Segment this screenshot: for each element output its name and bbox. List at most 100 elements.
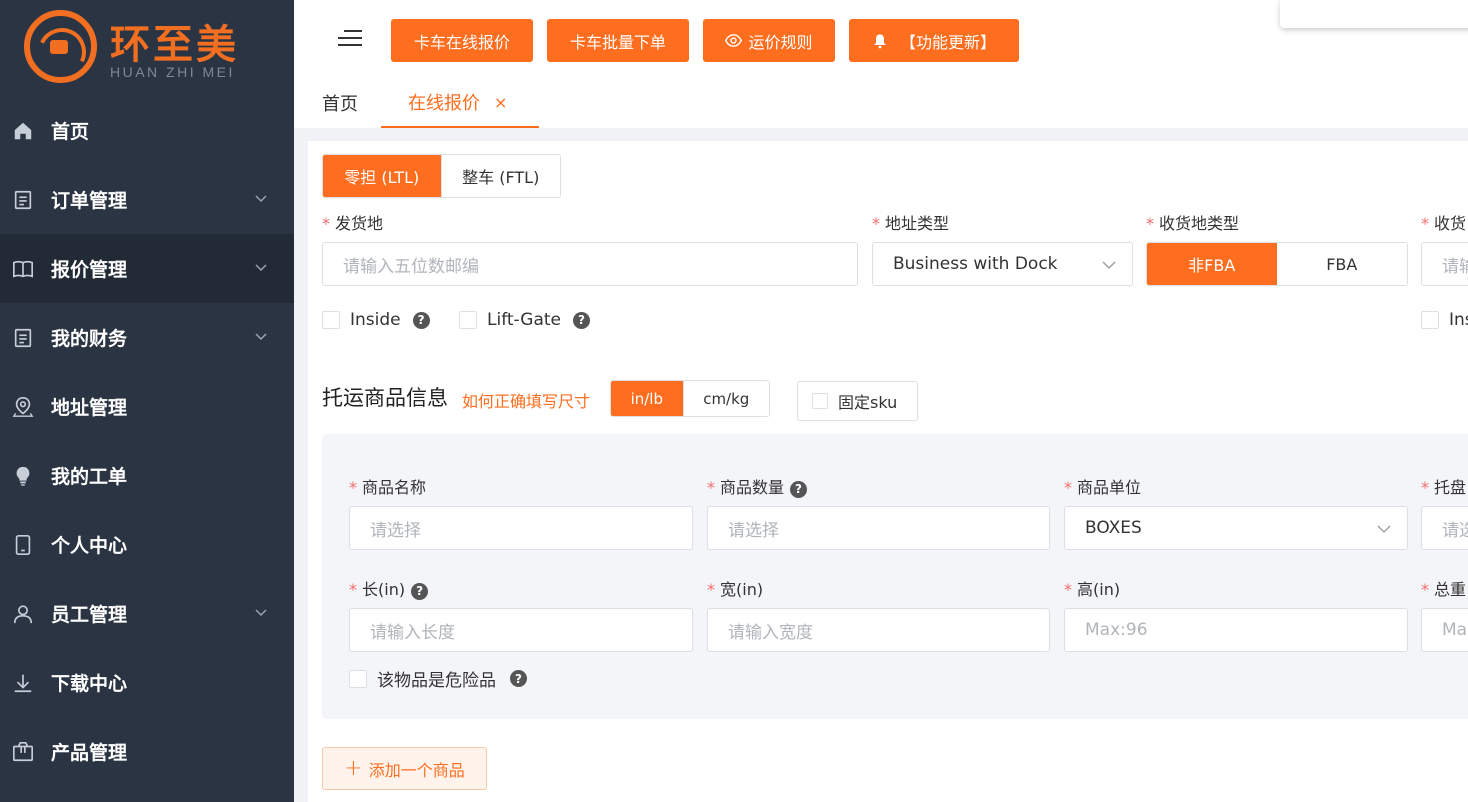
bulb-icon	[12, 465, 34, 487]
sidebar-item-products[interactable]: 产品管理	[0, 717, 294, 786]
user-icon	[12, 603, 34, 625]
origin-zip-input[interactable]: 请输入五位数邮编	[322, 242, 858, 286]
dest-type-toggle: 非FBA FBA	[1146, 242, 1408, 286]
dangerous-goods-label: 该物品是危险品	[377, 671, 496, 691]
download-icon	[12, 672, 34, 694]
sidebar-item-label: 个人中心	[51, 535, 128, 557]
dangerous-goods-checkbox[interactable]: 该物品是危险品 ?	[349, 666, 527, 691]
add-goods-label: 添加一个商品	[368, 760, 465, 780]
plus-icon: +	[344, 756, 363, 781]
sidebar-item-profile[interactable]: 个人中心	[0, 510, 294, 579]
weight-input[interactable]: Ma	[1421, 608, 1468, 652]
truck-quote-button[interactable]: 卡车在线报价	[391, 19, 533, 62]
close-icon[interactable]: ×	[494, 93, 507, 112]
feature-update-button[interactable]: 【功能更新】	[849, 19, 1019, 62]
inside-checkbox[interactable]: Inside ?	[322, 310, 430, 330]
ledger-icon	[12, 327, 34, 349]
dest-zip-input[interactable]: 请输	[1421, 242, 1468, 286]
help-icon[interactable]: ?	[411, 582, 429, 600]
goods-name-label: * 商品名称	[349, 478, 427, 497]
help-icon[interactable]: ?	[412, 311, 430, 329]
fixed-sku-checkbox[interactable]: 固定sku	[797, 381, 918, 421]
checkbox-box	[322, 311, 340, 329]
sidebar-item-orders[interactable]: 订单管理	[0, 165, 294, 234]
tab-home[interactable]: 首页	[322, 78, 358, 128]
dest-type-label: * 收货地类型	[1146, 214, 1240, 233]
eye-icon	[725, 34, 743, 47]
sidebar-item-label: 员工管理	[51, 604, 128, 626]
sidebar: 环至美 HUAN ZHI MEI 首页 订单管理 报价管理 我的财务 地址管理 …	[0, 0, 294, 802]
liftgate-checkbox[interactable]: Lift-Gate ?	[459, 310, 591, 330]
bell-icon	[873, 33, 886, 48]
menu-toggle-icon[interactable]	[338, 30, 362, 50]
length-input[interactable]: 请输入长度	[349, 608, 693, 652]
help-icon[interactable]: ?	[573, 311, 591, 329]
package-icon	[12, 741, 34, 763]
fba-option[interactable]: FBA	[1276, 243, 1407, 285]
home-icon	[12, 120, 34, 142]
ftl-option[interactable]: 整车 (FTL)	[440, 155, 560, 197]
sidebar-item-address[interactable]: 地址管理	[0, 372, 294, 441]
truck-batch-order-button[interactable]: 卡车批量下单	[547, 19, 689, 62]
chevron-down-icon	[255, 264, 267, 272]
height-input[interactable]: Max:96	[1064, 608, 1408, 652]
sidebar-item-finance[interactable]: 我的财务	[0, 303, 294, 372]
add-goods-button[interactable]: + 添加一个商品	[322, 747, 487, 790]
unit-in-lb-option[interactable]: in/lb	[611, 381, 683, 416]
sidebar-item-label: 地址管理	[51, 397, 128, 419]
chevron-down-icon	[1377, 525, 1391, 533]
checkbox-box	[459, 311, 477, 329]
goods-unit-label: * 商品单位	[1064, 478, 1142, 497]
size-help-link[interactable]: 如何正确填写尺寸	[462, 388, 590, 412]
sidebar-item-staff[interactable]: 员工管理	[0, 579, 294, 648]
goods-qty-label: * 商品数量?	[707, 474, 808, 498]
chevron-down-icon	[255, 195, 267, 203]
sidebar-item-label: 报价管理	[51, 259, 128, 281]
goods-item-panel: *商品名称 *商品数量? *商品单位 *托盘 请选择 请选择 BOXES 请选 …	[322, 434, 1468, 719]
inside-dest-checkbox[interactable]: Ins	[1421, 310, 1468, 330]
sidebar-item-label: 我的工单	[51, 466, 128, 488]
freight-rules-label: 运价规则	[748, 32, 813, 52]
chevron-down-icon	[255, 333, 267, 341]
unit-cm-kg-option[interactable]: cm/kg	[682, 381, 769, 416]
inside-label: Inside	[350, 310, 401, 330]
width-input[interactable]: 请输入宽度	[707, 608, 1050, 652]
goods-unit-value: BOXES	[1085, 518, 1142, 538]
book-icon	[12, 258, 34, 280]
help-icon[interactable]: ?	[790, 480, 808, 498]
unit-toggle: in/lb cm/kg	[610, 380, 770, 417]
sidebar-item-tickets[interactable]: 我的工单	[0, 441, 294, 510]
checkbox-box	[349, 669, 367, 688]
location-icon	[12, 396, 34, 418]
pallet-label: * 托盘	[1421, 478, 1467, 497]
help-icon[interactable]: ?	[510, 670, 527, 687]
sidebar-item-label: 我的财务	[51, 328, 128, 350]
top-header: 卡车在线报价 卡车批量下单 运价规则 【功能更新】 首页 在线报价 ×	[294, 0, 1468, 128]
ltl-option[interactable]: 零担 (LTL)	[323, 155, 441, 197]
chevron-down-icon	[1102, 261, 1116, 269]
non-fba-option[interactable]: 非FBA	[1147, 243, 1277, 285]
liftgate-label: Lift-Gate	[487, 310, 562, 330]
sidebar-item-quotes[interactable]: 报价管理	[0, 234, 294, 303]
user-dropdown[interactable]	[1280, 0, 1468, 28]
dest-label: * 收货	[1421, 214, 1467, 233]
pallet-select[interactable]: 请选	[1421, 506, 1468, 550]
weight-label: * 总重	[1421, 580, 1467, 599]
chevron-down-icon	[255, 609, 267, 617]
brand-name-en: HUAN ZHI MEI	[110, 64, 235, 80]
address-type-label: * 地址类型	[872, 214, 950, 233]
goods-qty-input[interactable]: 请选择	[707, 506, 1050, 550]
address-type-select[interactable]: Business with Dock	[872, 242, 1133, 286]
tab-online-quote[interactable]: 在线报价 ×	[381, 78, 539, 128]
tablet-icon	[12, 534, 34, 556]
fixed-sku-label: 固定sku	[838, 393, 898, 412]
goods-unit-select[interactable]: BOXES	[1064, 506, 1408, 550]
freight-rules-button[interactable]: 运价规则	[703, 19, 835, 62]
feature-update-label: 【功能更新】	[899, 32, 996, 52]
brand-logo[interactable]: 环至美 HUAN ZHI MEI	[24, 10, 254, 86]
sidebar-item-home[interactable]: 首页	[0, 96, 294, 165]
goods-name-select[interactable]: 请选择	[349, 506, 693, 550]
checkbox-box	[1421, 311, 1439, 329]
sidebar-item-downloads[interactable]: 下载中心	[0, 648, 294, 717]
height-label: * 高(in)	[1064, 580, 1121, 599]
